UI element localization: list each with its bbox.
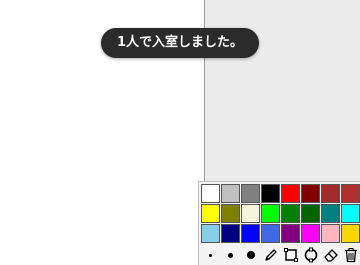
drawing-app: 1人で入室しました。 xyxy=(0,0,360,265)
color-swatch[interactable] xyxy=(301,184,320,203)
color-swatch[interactable] xyxy=(321,224,340,243)
color-swatch[interactable] xyxy=(201,184,220,203)
large-dot-icon xyxy=(246,251,255,259)
color-swatch[interactable] xyxy=(221,184,240,203)
pen-tool-button[interactable] xyxy=(261,245,280,265)
swatch-row-1 xyxy=(199,184,360,206)
circle-tool-button[interactable] xyxy=(301,245,320,265)
color-swatch[interactable] xyxy=(281,204,300,223)
color-swatch[interactable] xyxy=(301,204,320,223)
color-swatch[interactable] xyxy=(201,224,220,243)
trash-icon xyxy=(344,248,357,263)
join-notification-toast: 1人で入室しました。 xyxy=(101,28,259,58)
eraser-icon xyxy=(323,249,338,262)
color-swatch[interactable] xyxy=(201,204,220,223)
color-palette xyxy=(198,181,360,265)
pen-size-medium-button[interactable] xyxy=(221,245,240,265)
clear-canvas-button[interactable] xyxy=(341,245,360,265)
color-swatch[interactable] xyxy=(221,204,240,223)
color-swatch[interactable] xyxy=(341,184,360,203)
color-swatch[interactable] xyxy=(341,224,360,243)
color-swatch[interactable] xyxy=(241,184,260,203)
color-swatch[interactable] xyxy=(301,224,320,243)
tool-row xyxy=(199,245,360,265)
color-swatch[interactable] xyxy=(261,184,280,203)
color-swatch[interactable] xyxy=(241,204,260,223)
pencil-icon xyxy=(264,249,277,261)
circle-icon xyxy=(304,247,317,263)
color-swatch[interactable] xyxy=(221,224,240,243)
swatch-row-2 xyxy=(199,204,360,226)
color-swatch[interactable] xyxy=(281,184,300,203)
eraser-tool-button[interactable] xyxy=(321,245,340,265)
color-swatch[interactable] xyxy=(261,224,280,243)
color-swatch[interactable] xyxy=(341,204,360,223)
color-swatch[interactable] xyxy=(321,184,340,203)
medium-dot-icon xyxy=(228,252,233,258)
square-icon xyxy=(283,248,298,262)
pen-size-large-button[interactable] xyxy=(241,245,260,265)
color-swatch[interactable] xyxy=(241,224,260,243)
color-swatch[interactable] xyxy=(321,204,340,223)
pen-size-small-button[interactable] xyxy=(201,245,220,265)
rectangle-tool-button[interactable] xyxy=(281,245,300,265)
color-swatch[interactable] xyxy=(281,224,300,243)
toast-message: 1人で入室しました。 xyxy=(116,35,244,50)
color-swatch[interactable] xyxy=(261,204,280,223)
small-dot-icon xyxy=(209,253,212,257)
swatch-row-3 xyxy=(199,224,360,246)
